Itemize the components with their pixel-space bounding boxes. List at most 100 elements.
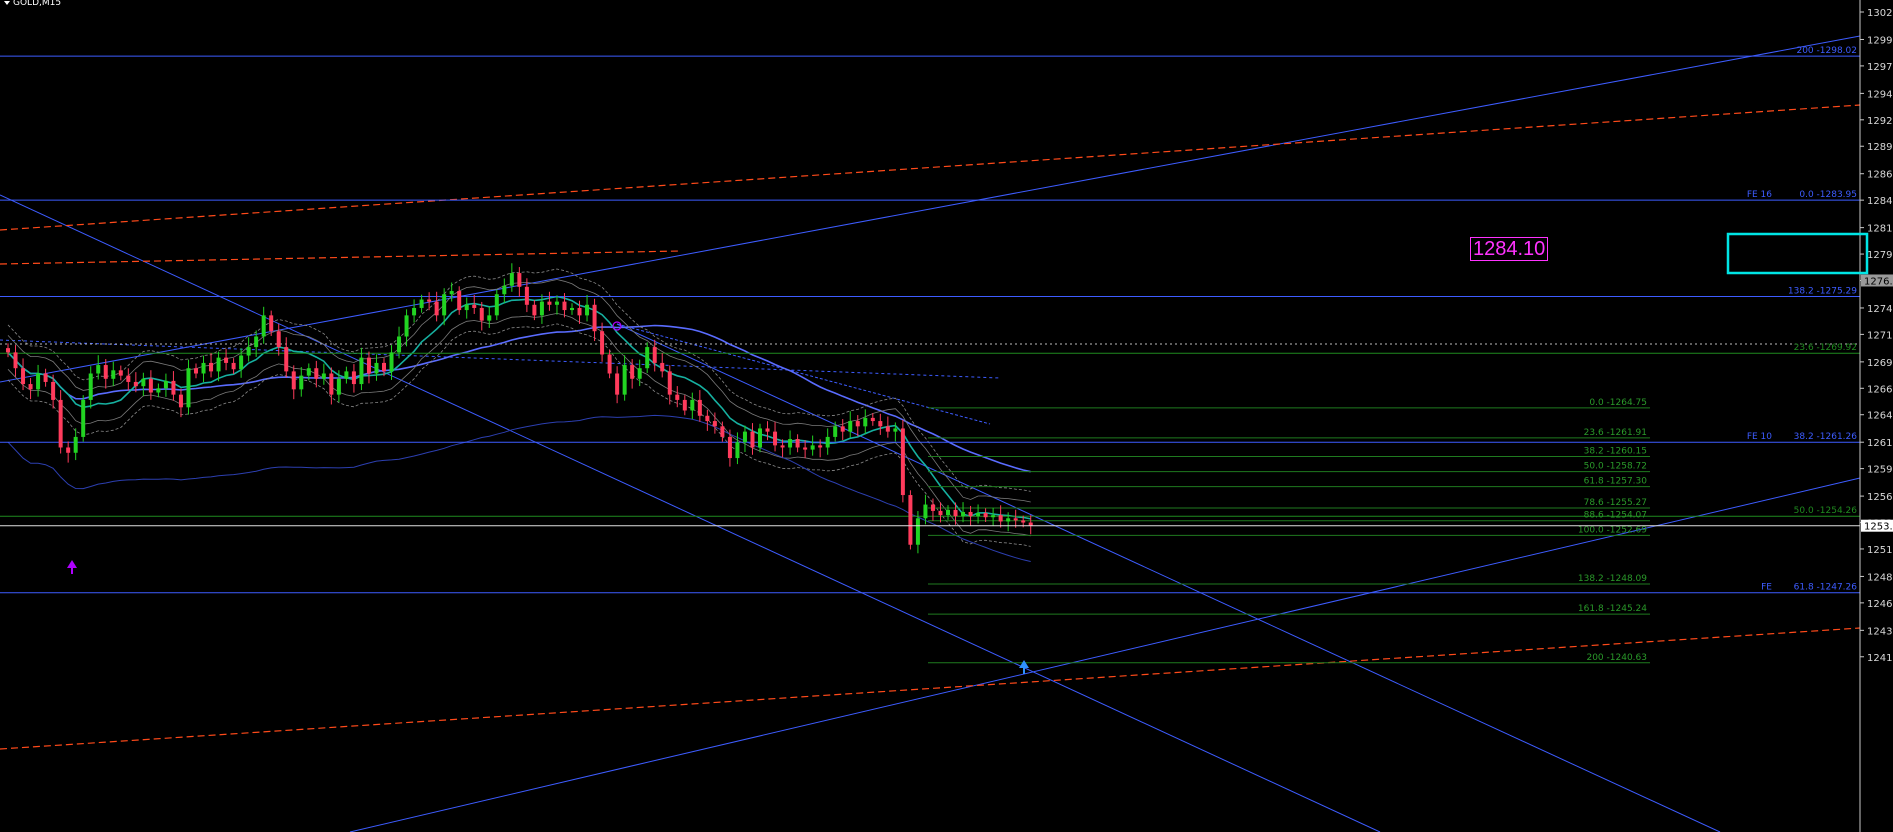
candle-body — [186, 368, 191, 408]
axis-tick-label: 1269.1 — [1867, 358, 1893, 369]
fib-level-label: 61.8 -1257.30 — [1584, 477, 1648, 487]
candle-body — [216, 357, 221, 372]
candle-body — [21, 368, 26, 385]
candle-body — [366, 357, 371, 374]
candle-body — [554, 301, 559, 305]
candle-body — [28, 384, 33, 390]
candle-body — [382, 362, 386, 372]
candle-body — [667, 371, 672, 395]
candle-body — [818, 445, 823, 448]
fib-level-label: 100.0 -1252.69 — [1578, 525, 1647, 535]
candle-body — [570, 307, 574, 311]
candle-body — [585, 304, 590, 316]
axis-tick-label: 1259.0 — [1867, 465, 1893, 476]
candle-body — [306, 368, 311, 376]
candle-body — [615, 373, 620, 395]
candle-body — [622, 365, 627, 395]
candle-body — [788, 439, 793, 448]
candle-body — [73, 436, 78, 453]
price-callout[interactable]: 1284.10 — [1470, 237, 1549, 261]
axis-tick-label: 1256.4 — [1867, 492, 1893, 503]
candle-body — [321, 373, 326, 379]
candle-body — [284, 347, 289, 372]
candle-body — [998, 515, 1003, 522]
axis-tick-label: 1274.2 — [1867, 304, 1893, 315]
candle-body — [795, 439, 800, 448]
candle-body — [269, 315, 274, 332]
candle-body — [412, 307, 417, 316]
candle-body — [254, 336, 259, 348]
candle-body — [126, 375, 131, 382]
candle-body — [645, 347, 650, 369]
fib-level-label: 0.0 -1264.75 — [1589, 398, 1647, 408]
candle-body — [863, 417, 868, 427]
candle-body — [404, 315, 409, 337]
price-chart[interactable]: 200 -1298.02 0.0 -1283.95 FE 16 138.2 -1275… — [0, 0, 1893, 832]
candle-body — [735, 442, 740, 459]
candle-body — [351, 371, 356, 385]
candle-body — [532, 304, 537, 316]
candle-body — [201, 362, 206, 374]
candle-body — [961, 511, 966, 517]
candle-body — [840, 426, 845, 432]
candle-body — [637, 368, 642, 379]
candle-body — [81, 399, 86, 437]
fib-level-label: 50.0 -1258.72 — [1584, 462, 1647, 472]
candle-body — [457, 291, 462, 311]
fib-level-label: 88.6 -1254.07 — [1584, 511, 1647, 521]
axis-tick-label: 1302.2 — [1867, 8, 1893, 19]
axis-tick-label: 1292.0 — [1867, 116, 1893, 127]
axis-tick-label: 1243.7 — [1867, 626, 1893, 637]
candle-body — [652, 347, 657, 363]
candle-body — [517, 273, 522, 287]
candle-body — [359, 357, 364, 385]
candle-body — [1021, 520, 1026, 523]
candle-body — [156, 388, 161, 393]
axis-tick-label: 1251.4 — [1867, 545, 1893, 556]
axis-tick-label: 1264.1 — [1867, 411, 1893, 422]
candle-body — [246, 347, 251, 356]
horizontal-level-label: 200 -1298.02 — [1796, 46, 1857, 56]
candle-body — [224, 357, 229, 363]
axis-tick-label: 1248.8 — [1867, 572, 1893, 583]
candle-body — [171, 380, 176, 395]
candle-body — [660, 362, 665, 372]
candle-body — [780, 445, 785, 448]
horizontal-level-label: 138.2 -1275.29 — [1788, 286, 1857, 296]
candle-body — [314, 368, 319, 379]
candle-body — [434, 301, 439, 316]
horizontal-level-label: 23.6 -1269.92 — [1794, 343, 1857, 353]
candle-body — [562, 301, 567, 311]
candle-body — [946, 509, 950, 516]
axis-tick-label: 1271.7 — [1867, 330, 1893, 341]
candle-body — [697, 399, 702, 416]
fib-level-label: 78.6 -1255.27 — [1584, 498, 1647, 508]
symbol-text: GOLD,M15 — [13, 0, 62, 8]
candle-body — [66, 447, 71, 453]
candle-body — [908, 495, 913, 545]
candle-body — [758, 428, 762, 448]
fib-level-label: 38.2 -1260.15 — [1584, 446, 1647, 456]
candle-body — [607, 354, 612, 374]
candle-body — [178, 394, 183, 408]
candle-body — [810, 445, 815, 450]
candle-body — [765, 428, 770, 432]
axis-tick-label: 1241.2 — [1867, 653, 1893, 664]
candle-body — [43, 373, 48, 382]
candle-body — [344, 371, 349, 379]
axis-tick-label: 1297.1 — [1867, 62, 1893, 73]
level-prefix-label: FE 16 — [1747, 190, 1772, 200]
candle-body — [442, 294, 447, 316]
candle-body — [690, 399, 695, 411]
candle-body — [96, 365, 101, 374]
candle-body — [750, 431, 755, 448]
axis-tick-label: 1261.5 — [1867, 438, 1893, 449]
level-prefix-label: FE — [1761, 583, 1772, 593]
candle-body — [742, 431, 747, 443]
candle-body — [509, 273, 514, 286]
candle-body — [374, 362, 379, 374]
candle-body — [675, 394, 680, 400]
candle-body — [419, 299, 424, 308]
candle-body — [494, 294, 499, 316]
candle-body — [336, 378, 341, 395]
